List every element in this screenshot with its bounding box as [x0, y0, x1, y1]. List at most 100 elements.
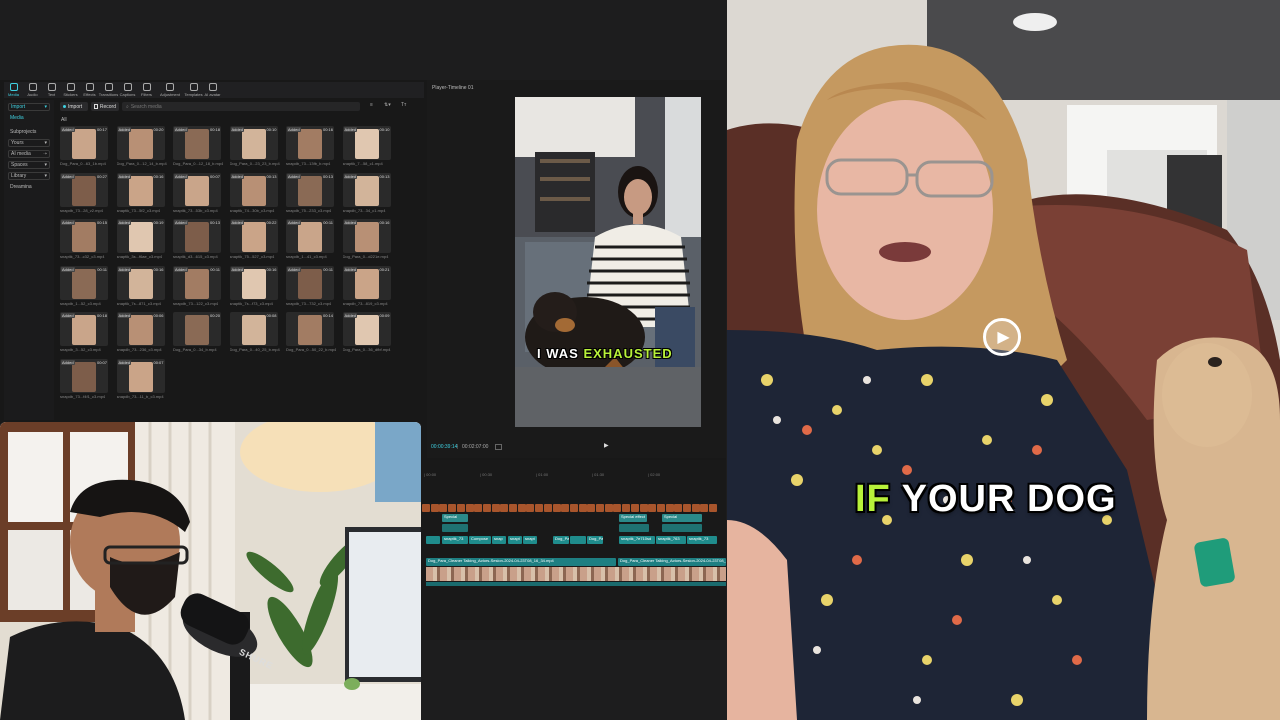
media-thumbnail[interactable]: Added 00:27 [60, 172, 108, 207]
media-thumbnail[interactable]: Added 00:11 [286, 219, 334, 253]
media-thumbnail[interactable]: Added 00:11 [173, 265, 221, 300]
search-input[interactable]: ⌕ Search media [122, 102, 360, 111]
broll-clip[interactable]: snaptik_7e710sd [619, 536, 655, 544]
tool-captions[interactable]: Captions [118, 82, 137, 98]
sidebar-item-subprojects[interactable]: Subprojects [8, 128, 50, 136]
effect-clip[interactable]: Special effect [619, 514, 647, 522]
media-thumbnail[interactable]: 00:20 [173, 312, 221, 346]
media-thumbnail[interactable]: Added 00:07 [60, 358, 108, 393]
text-clip[interactable] [465, 504, 474, 512]
media-thumbnail[interactable]: Added 00:19 [116, 219, 165, 253]
tool-transitions[interactable]: Transitions [99, 82, 118, 98]
text-clip[interactable] [430, 504, 439, 512]
fullscreen-icon[interactable] [495, 444, 502, 450]
media-thumbnail[interactable]: Added 00:13 [173, 219, 221, 253]
sidebar-item-spaces[interactable]: Spaces ▾ [8, 161, 50, 169]
text-clip[interactable] [491, 504, 500, 512]
text-clip[interactable] [500, 504, 509, 512]
effect-clip[interactable] [662, 524, 702, 532]
media-thumbnail[interactable]: Added 00:09 [342, 312, 391, 346]
broll-clip[interactable]: snaptik_73 [687, 536, 717, 544]
media-thumbnail[interactable]: Added 00:10 [342, 126, 391, 160]
broll-clip[interactable]: snaptik_73 [442, 536, 468, 544]
text-clip[interactable] [422, 504, 430, 512]
text-clip[interactable] [456, 504, 465, 512]
import-button[interactable]: Import [60, 102, 88, 111]
tool-text[interactable]: Text [42, 82, 61, 98]
record-button[interactable]: Record [91, 102, 119, 111]
text-clip[interactable] [656, 504, 665, 512]
media-thumbnail[interactable]: Added 00:11 [286, 265, 334, 300]
media-thumbnail[interactable]: Added 00:16 [286, 126, 334, 160]
text-clip[interactable] [561, 504, 570, 512]
media-thumbnail[interactable]: Added 00:10 [229, 126, 278, 160]
tool-media[interactable]: Media [4, 82, 23, 98]
tool-templates[interactable]: Templates [184, 82, 203, 98]
media-thumbnail[interactable]: 00:08 [229, 312, 278, 346]
sidebar-item-ai-media[interactable]: AI media ➝ [8, 150, 50, 158]
text-clip[interactable] [683, 504, 691, 512]
text-clip[interactable] [517, 504, 526, 512]
media-thumbnail[interactable]: Added 00:22 [229, 219, 278, 253]
sidebar-item-dreamina[interactable]: Dreamina [8, 183, 50, 191]
text-clip[interactable] [700, 504, 709, 512]
sort-button[interactable]: ≡ [370, 102, 373, 108]
effect-clip[interactable] [619, 524, 649, 532]
main-video-clip[interactable]: Dog_Para_Cleaner Talking_Actors-Sesion-2… [618, 558, 726, 566]
text-clip[interactable] [578, 504, 587, 512]
text-clip[interactable] [613, 504, 622, 512]
media-thumbnail[interactable]: Added 00:17 [60, 126, 108, 160]
text-clip[interactable] [622, 504, 631, 512]
tool-filters[interactable]: Filters [137, 82, 156, 98]
media-thumbnail[interactable]: Added 00:06 [116, 312, 165, 346]
tool-ai-avatar[interactable]: AI avatar [203, 82, 222, 98]
text-clip[interactable] [674, 504, 683, 512]
sidebar-item-import[interactable]: Import ▾ [8, 103, 50, 111]
media-thumbnail[interactable]: Added 00:13 [229, 172, 278, 207]
media-thumbnail[interactable]: 00:14 [286, 312, 334, 346]
tool-effects[interactable]: Effects [80, 82, 99, 98]
text-clip[interactable] [552, 504, 561, 512]
main-video-clip[interactable]: Dog_Para_Cleaner Talking_Actors-Sesion-2… [426, 558, 616, 566]
effect-clip[interactable]: Special [442, 514, 468, 522]
broll-clip[interactable]: snapt [508, 536, 522, 544]
media-thumbnail[interactable]: Added 00:13 [342, 172, 391, 207]
media-thumbnail[interactable]: Added 00:20 [116, 126, 165, 160]
text-clip[interactable] [482, 504, 491, 512]
effect-clip[interactable]: Special [662, 514, 702, 522]
media-thumbnail[interactable]: Added 00:07 [173, 172, 221, 207]
text-clip[interactable] [709, 504, 718, 512]
broll-clip[interactable] [570, 536, 586, 544]
broll-clip[interactable]: Dog_Pa [553, 536, 569, 544]
media-thumbnail[interactable]: Added 00:16 [229, 265, 278, 300]
play-button[interactable]: ▶ [604, 442, 609, 449]
media-thumbnail[interactable]: Added 00:07 [116, 358, 165, 393]
type-filter-button[interactable]: Tт [401, 102, 406, 108]
text-clip[interactable] [691, 504, 700, 512]
text-clip[interactable] [569, 504, 578, 512]
media-thumbnail[interactable]: Added 00:13 [286, 172, 334, 207]
sidebar-item-media[interactable]: Media [8, 114, 50, 122]
text-clip[interactable] [639, 504, 648, 512]
media-thumbnail[interactable]: Added 00:16 [116, 172, 165, 207]
tool-adjustment[interactable]: Adjustment [156, 82, 184, 98]
text-clip[interactable] [587, 504, 596, 512]
text-clip[interactable] [543, 504, 552, 512]
text-clip[interactable] [509, 504, 517, 512]
text-clip[interactable] [596, 504, 604, 512]
text-clip[interactable] [474, 504, 483, 512]
broll-clip[interactable]: Dog_Pa [587, 536, 603, 544]
text-clip[interactable] [526, 504, 535, 512]
text-clip[interactable] [665, 504, 674, 512]
tool-audio[interactable]: Audio [23, 82, 42, 98]
text-clip[interactable] [535, 504, 544, 512]
broll-clip[interactable]: snap [492, 536, 506, 544]
text-clip[interactable] [448, 504, 457, 512]
broll-clip[interactable]: snapt [523, 536, 537, 544]
media-thumbnail[interactable]: Added 00:16 [342, 219, 391, 253]
broll-clip[interactable]: snaptik_763 [656, 536, 686, 544]
media-thumbnail[interactable]: Added 00:11 [60, 265, 108, 300]
broll-clip[interactable] [426, 536, 440, 544]
view-toggle-button[interactable]: ⇅▾ [384, 102, 391, 108]
tool-stickers[interactable]: Stickers [61, 82, 80, 98]
